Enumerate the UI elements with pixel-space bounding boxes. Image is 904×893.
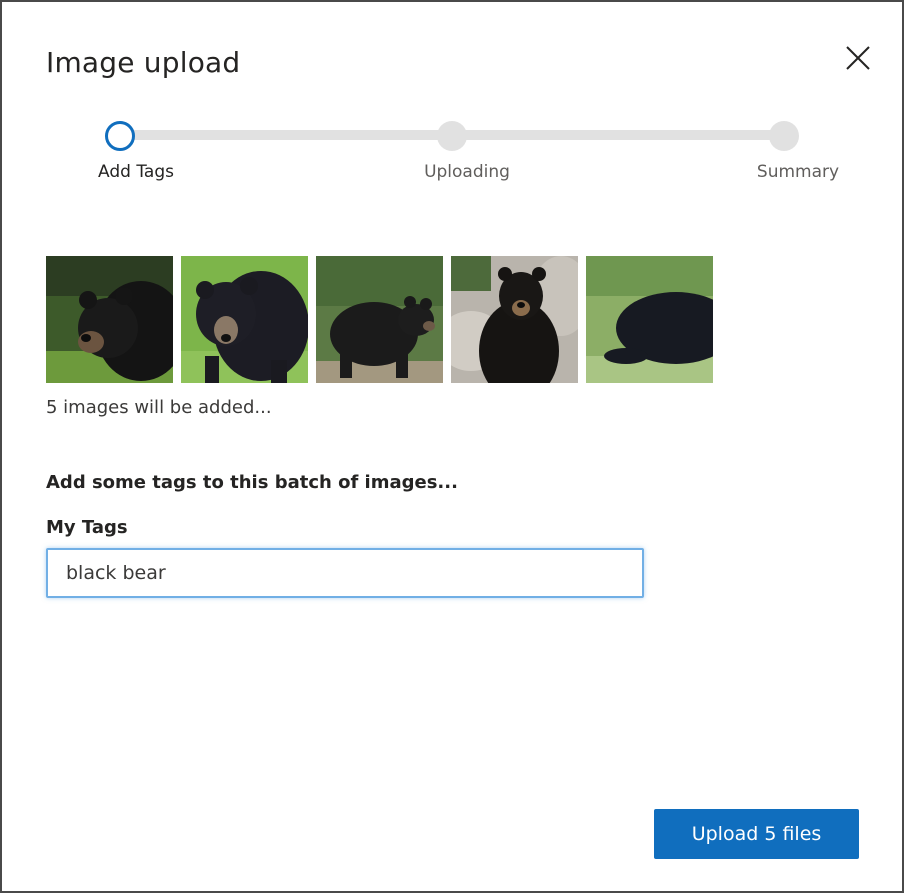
my-tags-input[interactable]: [46, 548, 644, 598]
my-tags-label: My Tags: [46, 517, 128, 538]
image-thumbnail: [46, 256, 173, 383]
step-indicator-summary: [769, 121, 799, 151]
image-upload-dialog: Image upload Add Tags Uploading Summary: [0, 0, 904, 893]
step-indicator-uploading: [437, 121, 467, 151]
upload-files-button[interactable]: Upload 5 files: [654, 809, 859, 859]
step-label-summary: Summary: [756, 162, 840, 182]
step-label-uploading: Uploading: [424, 162, 510, 182]
tags-section-heading: Add some tags to this batch of images...: [46, 472, 458, 493]
image-count-text: 5 images will be added...: [46, 397, 272, 418]
image-thumbnail: [586, 256, 713, 383]
image-thumbnail: [451, 256, 578, 383]
progress-stepper: Add Tags Uploading Summary: [2, 2, 902, 202]
step-label-add-tags: Add Tags: [98, 162, 174, 182]
image-thumbnail: [181, 256, 308, 383]
image-thumbnail: [316, 256, 443, 383]
step-indicator-add-tags: [105, 121, 135, 151]
